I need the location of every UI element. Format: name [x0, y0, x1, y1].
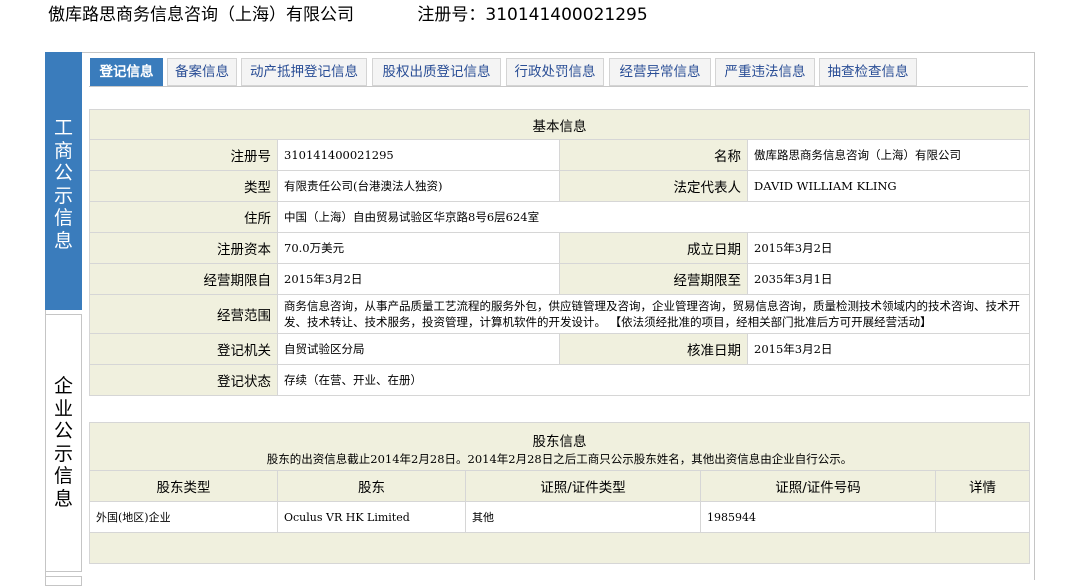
- shareholder-title: 股东信息: [532, 433, 587, 450]
- value-established: 2015年3月2日: [747, 232, 1030, 264]
- label-capital: 注册资本: [89, 232, 278, 264]
- sidebar-char: 公: [53, 420, 73, 442]
- sidebar-tab-qiye[interactable]: 企 业 公 示 信 息: [45, 314, 82, 572]
- page-header: 傲库路思商务信息咨询（上海）有限公司 注册号：310141400021295: [48, 4, 648, 28]
- value-address: 中国（上海）自由贸易试验区华京路8号6层624室: [277, 201, 1030, 233]
- table-row: 外国(地区)企业 Oculus VR HK Limited 其他 1985944: [89, 501, 1031, 533]
- tab-equity-pledge[interactable]: 股权出质登记信息: [372, 58, 501, 86]
- value-approved: 2015年3月2日: [747, 333, 1030, 365]
- label-term-to: 经营期限至: [559, 263, 748, 295]
- registration-label: 注册号：: [417, 5, 486, 25]
- value-capital: 70.0万美元: [277, 232, 560, 264]
- sidebar-tab-other[interactable]: [45, 576, 82, 586]
- tab-filing[interactable]: 备案信息: [167, 58, 237, 86]
- sidebar-char: 业: [53, 397, 73, 420]
- label-reg-no: 注册号: [89, 139, 278, 171]
- value-legal-rep: DAVID WILLIAM KLING: [747, 170, 1030, 202]
- sidebar-char: 示: [53, 184, 73, 207]
- value-type: 有限责任公司(台港澳法人独资): [277, 170, 560, 202]
- col-header-details: 详情: [934, 470, 1031, 502]
- sidebar-char: 信: [53, 465, 73, 487]
- cell-shareholder-type: 外国(地区)企业: [89, 501, 278, 533]
- registration-value: 310141400021295: [485, 5, 648, 25]
- value-status: 存续（在营、开业、在册）: [277, 364, 1030, 396]
- col-header-shareholder: 股东: [277, 470, 466, 502]
- tab-abnormal-operation[interactable]: 经营异常信息: [609, 58, 711, 86]
- company-name: 傲库路思商务信息咨询（上海）有限公司: [48, 5, 354, 25]
- label-type: 类型: [89, 170, 278, 202]
- cell-details[interactable]: [934, 501, 1031, 533]
- basic-info-table: 基本信息 注册号 310141400021295 名称 傲库路思商务信息咨询（上…: [89, 109, 1030, 396]
- value-term-from: 2015年3月2日: [277, 263, 560, 295]
- sidebar-char: 信: [53, 207, 73, 229]
- label-approved: 核准日期: [559, 333, 748, 365]
- value-name: 傲库路思商务信息咨询（上海）有限公司: [747, 139, 1030, 171]
- cell-cert-no: 1985944: [700, 501, 936, 533]
- tab-chattel-mortgage[interactable]: 动产抵押登记信息: [241, 58, 367, 86]
- value-authority: 自贸试验区分局: [277, 333, 560, 365]
- cell-shareholder-name: Oculus VR HK Limited: [277, 501, 466, 533]
- label-established: 成立日期: [559, 232, 748, 264]
- sidebar-char: 息: [53, 229, 73, 252]
- tab-spot-check[interactable]: 抽查检查信息: [819, 58, 917, 86]
- sidebar-char: 商: [53, 139, 73, 162]
- sidebar-char: 工: [53, 117, 73, 139]
- label-address: 住所: [89, 201, 278, 233]
- shareholder-note: 股东的出资信息截止2014年2月28日。2014年2月28日之后工商只公示股东姓…: [266, 451, 853, 466]
- col-header-cert-type: 证照/证件类型: [465, 470, 701, 502]
- col-header-type: 股东类型: [89, 470, 278, 502]
- registration-number: 注册号：310141400021295: [417, 4, 647, 26]
- shareholder-table: 股东信息 股东的出资信息截止2014年2月28日。2014年2月28日之后工商只…: [88, 422, 1031, 564]
- tab-admin-penalty[interactable]: 行政处罚信息: [506, 58, 604, 86]
- value-scope: 商务信息咨询，从事产品质量工艺流程的服务外包，供应链管理及咨询，企业管理咨询，贸…: [277, 294, 1030, 334]
- shareholder-title-cell: 股东信息 股东的出资信息截止2014年2月28日。2014年2月28日之后工商只…: [88, 422, 1031, 471]
- table-footer: [88, 532, 1031, 564]
- value-reg-no: 310141400021295: [277, 139, 560, 171]
- label-name: 名称: [559, 139, 748, 171]
- sidebar-char: 公: [53, 162, 73, 184]
- label-scope: 经营范围: [89, 294, 278, 334]
- cell-cert-type: 其他: [465, 501, 701, 533]
- col-header-cert-no: 证照/证件号码: [700, 470, 936, 502]
- sidebar-char: 示: [53, 442, 73, 465]
- label-authority: 登记机关: [89, 333, 278, 365]
- label-legal-rep: 法定代表人: [559, 170, 748, 202]
- basic-info-title: 基本信息: [89, 109, 1030, 140]
- label-term-from: 经营期限自: [89, 263, 278, 295]
- tab-underline: [89, 86, 1028, 87]
- sidebar-char: 企: [53, 375, 73, 397]
- sidebar-tab-gongshang[interactable]: 工 商 公 示 信 息: [45, 52, 82, 310]
- sidebar-char: 息: [53, 487, 73, 510]
- label-status: 登记状态: [89, 364, 278, 396]
- tab-serious-violation[interactable]: 严重违法信息: [715, 58, 815, 86]
- tab-registration[interactable]: 登记信息: [90, 58, 163, 86]
- value-term-to: 2035年3月1日: [747, 263, 1030, 295]
